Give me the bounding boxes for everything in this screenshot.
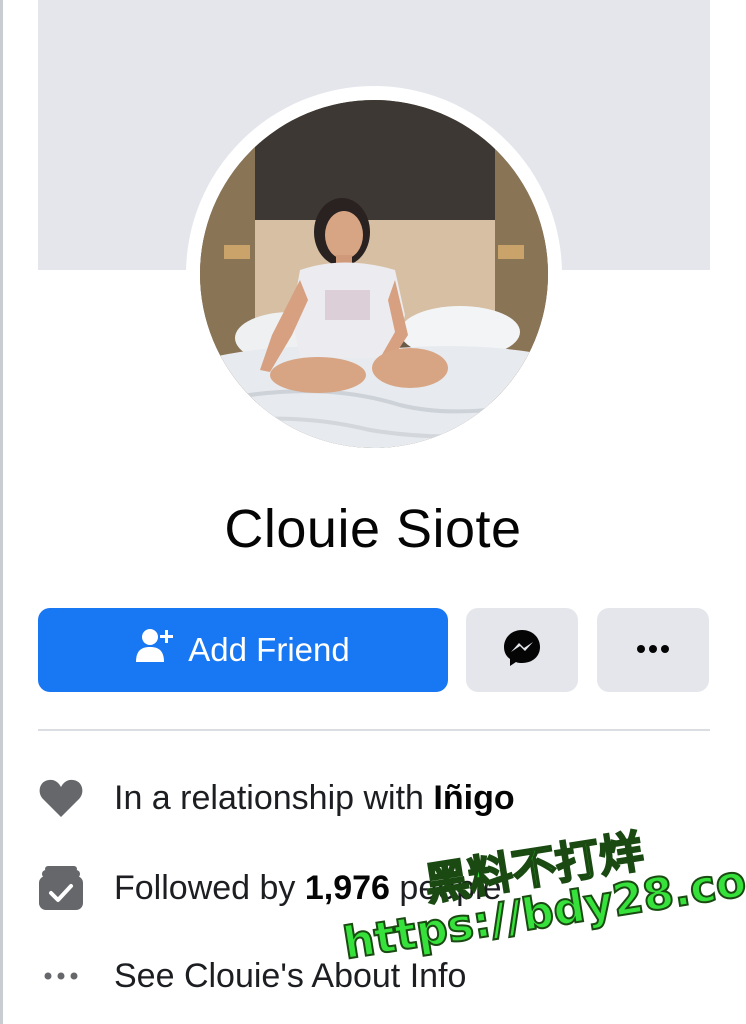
profile-name: Clouie Siote — [224, 499, 522, 559]
add-friend-button[interactable]: Add Friend — [38, 608, 448, 692]
more-options-button[interactable] — [597, 608, 709, 692]
about-info-row[interactable]: See Clouie's About Info — [38, 946, 710, 1006]
relationship-row: In a relationship with Iñigo — [38, 768, 710, 828]
heart-icon — [38, 775, 84, 821]
followers-text: Followed by 1,976 people — [114, 868, 502, 907]
more-dots-icon — [635, 641, 671, 659]
messenger-icon — [502, 628, 542, 673]
profile-photo-image — [200, 100, 548, 448]
followers-row: Followed by 1,976 people — [38, 858, 710, 918]
followers-icon — [38, 865, 84, 911]
section-divider — [38, 729, 710, 731]
message-button[interactable] — [466, 608, 578, 692]
more-dots-icon — [38, 953, 84, 999]
add-person-icon — [136, 628, 174, 672]
relationship-partner-link[interactable]: Iñigo — [433, 779, 514, 817]
profile-picture[interactable] — [200, 100, 548, 448]
about-info-text: See Clouie's About Info — [114, 956, 467, 995]
add-friend-label: Add Friend — [188, 631, 350, 668]
relationship-text: In a relationship with Iñigo — [114, 778, 515, 817]
